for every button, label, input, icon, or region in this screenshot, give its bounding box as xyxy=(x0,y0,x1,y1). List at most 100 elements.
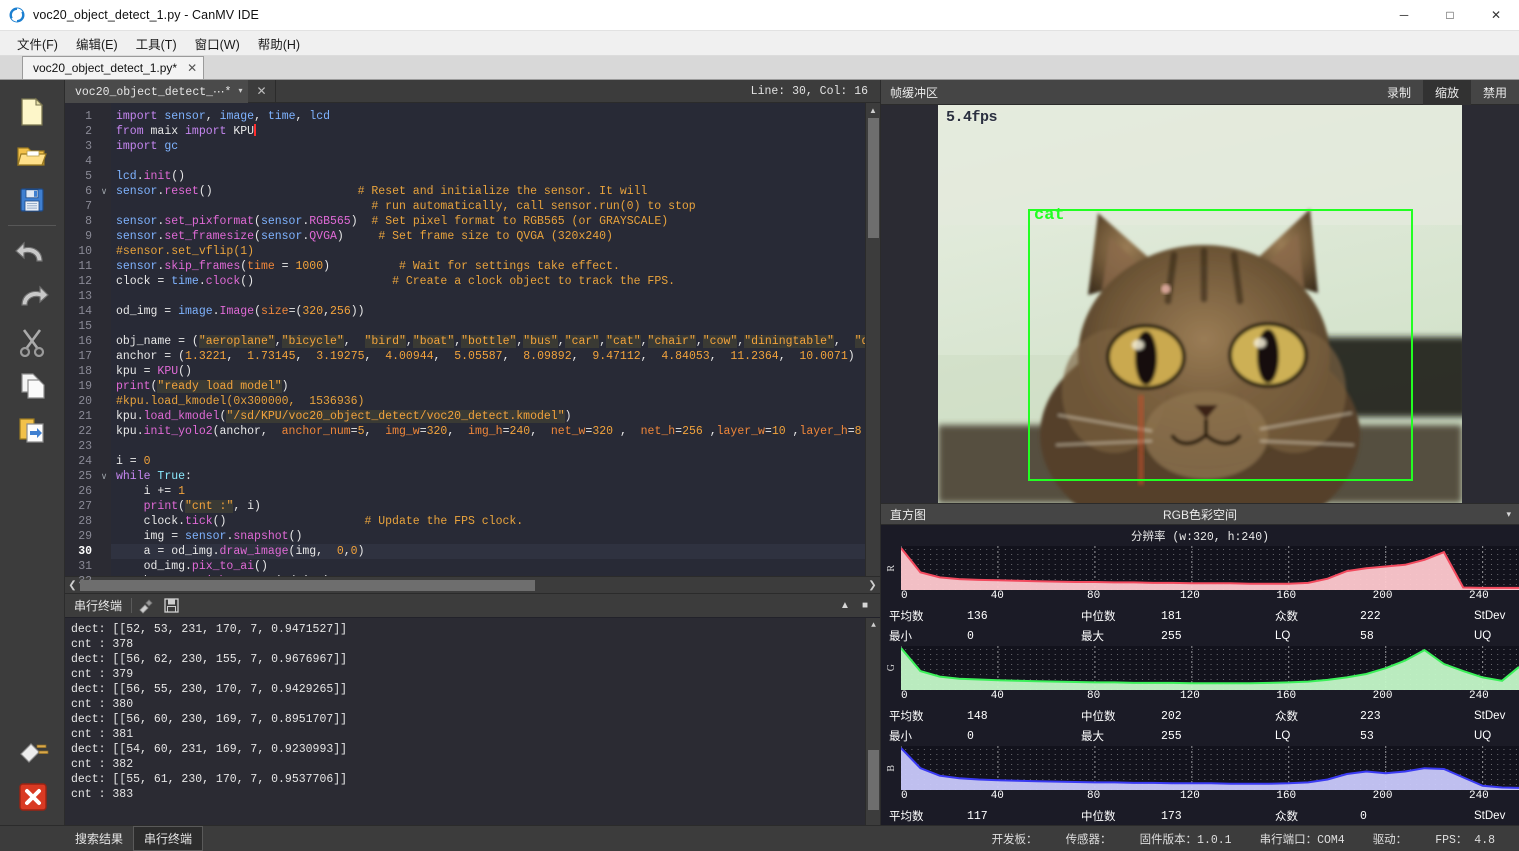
zoom-button[interactable]: 缩放 xyxy=(1422,79,1471,105)
terminal-line: cnt : 381 xyxy=(71,728,134,741)
code-line[interactable]: i = 0 xyxy=(111,454,865,469)
code-line[interactable]: a = od_img.draw_image(img, 0,0) xyxy=(111,544,865,559)
cut-icon[interactable] xyxy=(10,320,54,364)
redo-icon[interactable] xyxy=(10,276,54,320)
code-line[interactable] xyxy=(111,439,865,454)
maximize-button[interactable]: □ xyxy=(1427,0,1473,31)
panel-menu-icon[interactable]: ■ xyxy=(856,600,874,611)
paste-icon[interactable] xyxy=(10,408,54,452)
code-token: ) xyxy=(847,350,855,363)
chevron-down-icon[interactable]: ▾ xyxy=(1506,509,1519,520)
code-line[interactable]: from maix import KPU xyxy=(111,124,865,139)
terminal-output[interactable]: ▲ dect: [[52, 53, 231, 170, 7, 0.9471527… xyxy=(65,617,880,825)
code-token: init_yolo2 xyxy=(143,425,213,438)
code-line[interactable] xyxy=(111,289,865,304)
code-line[interactable]: kpu.run_with_output(od_img) xyxy=(111,574,865,576)
code-line[interactable]: od_img.pix_to_ai() xyxy=(111,559,865,574)
clear-terminal-icon[interactable] xyxy=(132,595,158,617)
code-line[interactable]: anchor = (1.3221, 1.73145, 3.19275, 4.00… xyxy=(111,349,865,364)
code-line[interactable]: import gc xyxy=(111,139,865,154)
fold-toggle-icon[interactable]: ∨ xyxy=(97,184,111,199)
axis-tick-label: 40 xyxy=(990,690,1004,702)
code-line[interactable]: od_img = image.Image(size=(320,256)) xyxy=(111,304,865,319)
close-icon[interactable]: ✕ xyxy=(187,61,197,75)
fold-column[interactable]: ∨ ∨ xyxy=(97,103,111,576)
scroll-up-icon[interactable]: ▲ xyxy=(866,103,881,118)
code-line[interactable] xyxy=(111,154,865,169)
code-line[interactable]: sensor.reset() # Reset and initialize th… xyxy=(111,184,865,199)
code-editor[interactable]: 1 2 3 4 5 6 7 8 9 10 11 12 13 14 15 16 17 18 19 20 21 22 23 24 2… xyxy=(65,103,880,588)
code-line[interactable]: import sensor, image, time, lcd xyxy=(111,109,865,124)
code-line[interactable] xyxy=(111,319,865,334)
code-line[interactable]: obj_name = ("aeroplane","bicycle", "bird… xyxy=(111,334,865,349)
code-line[interactable]: clock = time.clock() # Create a clock ob… xyxy=(111,274,865,289)
undo-icon[interactable] xyxy=(10,232,54,276)
code-line[interactable]: kpu = KPU() xyxy=(111,364,865,379)
line-number: 24 xyxy=(78,455,92,468)
editor-horizontal-scrollbar[interactable]: ❮ ❯ xyxy=(65,576,880,593)
code-line[interactable]: kpu.init_yolo2(anchor, anchor_num=5, img… xyxy=(111,424,865,439)
minimize-button[interactable]: ─ xyxy=(1381,0,1427,31)
code-line[interactable]: sensor.set_framesize(sensor.QVGA) # Set … xyxy=(111,229,865,244)
collapse-icon[interactable]: ▲ xyxy=(834,600,856,611)
tab-search-results[interactable]: 搜索结果 xyxy=(65,827,133,850)
menu-tools[interactable]: 工具(T) xyxy=(127,31,186,56)
save-terminal-icon[interactable] xyxy=(158,595,184,617)
camera-preview-image[interactable]: 5.4fps cat xyxy=(938,105,1462,503)
terminal-scrollbar-thumb[interactable] xyxy=(868,750,879,810)
stop-script-icon[interactable] xyxy=(11,775,55,819)
detection-bounding-box xyxy=(1028,209,1413,481)
connect-plug-icon[interactable] xyxy=(11,731,55,775)
terminal-scroll-up-icon[interactable]: ▲ xyxy=(866,618,880,633)
code-line[interactable]: # run automatically, call sensor.run(0) … xyxy=(111,199,865,214)
code-token: snapshot xyxy=(233,530,289,543)
open-folder-icon[interactable] xyxy=(10,134,54,178)
code-line[interactable]: clock.tick() # Update the FPS clock. xyxy=(111,514,865,529)
code-line[interactable]: kpu.load_kmodel("/sd/KPU/voc20_object_de… xyxy=(111,409,865,424)
channel-plot-row: R xyxy=(881,546,1519,590)
editor-tab-voc20[interactable]: voc20_object_detect_⋯* ▾ xyxy=(65,79,249,103)
code-token: "diningtable" xyxy=(744,335,834,348)
disable-button[interactable]: 禁用 xyxy=(1471,80,1519,105)
code-line[interactable]: while True: xyxy=(111,469,865,484)
code-line[interactable]: sensor.skip_frames(time = 1000) # Wait f… xyxy=(111,259,865,274)
hscroll-track[interactable] xyxy=(80,579,865,592)
record-button[interactable]: 录制 xyxy=(1375,80,1423,105)
code-line[interactable]: print("ready load model") xyxy=(111,379,865,394)
code-text-area[interactable]: import sensor, image, time, lcd from maix… xyxy=(111,103,865,576)
code-line[interactable]: print("cnt :", i) xyxy=(111,499,865,514)
copy-icon[interactable] xyxy=(10,364,54,408)
hscrollbar-thumb[interactable] xyxy=(80,579,535,591)
code-token: "bus" xyxy=(523,335,558,348)
code-line[interactable]: img = sensor.snapshot() xyxy=(111,529,865,544)
file-tab-voc20[interactable]: voc20_object_detect_1.py* ✕ xyxy=(22,56,205,79)
code-line[interactable]: sensor.set_pixformat(sensor.RGB565) # Se… xyxy=(111,214,865,229)
code-line[interactable]: #kpu.load_kmodel(0x300000, 1536936) xyxy=(111,394,865,409)
menu-edit[interactable]: 编辑(E) xyxy=(67,31,127,56)
scrollbar-thumb[interactable] xyxy=(868,118,879,238)
code-line[interactable]: lcd.init() xyxy=(111,169,865,184)
save-icon[interactable] xyxy=(10,178,54,222)
fold-toggle-icon[interactable]: ∨ xyxy=(97,469,111,484)
code-line[interactable]: #sensor.set_vflip(1) xyxy=(111,244,865,259)
chevron-down-icon[interactable]: ▾ xyxy=(238,86,242,96)
editor-vertical-scrollbar[interactable]: ▲ xyxy=(865,103,880,576)
axis-tick-label: 160 xyxy=(1276,590,1297,602)
scroll-right-icon[interactable]: ❯ xyxy=(865,580,880,591)
close-button[interactable]: ✕ xyxy=(1473,0,1519,31)
tab-serial-terminal[interactable]: 串行终端 xyxy=(133,826,204,851)
code-line[interactable]: i += 1 xyxy=(111,484,865,499)
new-file-icon[interactable] xyxy=(10,90,54,134)
terminal-scrollbar[interactable]: ▲ xyxy=(865,618,880,825)
code-token: 1.73145 xyxy=(247,350,296,363)
editor-tab-close-icon[interactable]: ✕ xyxy=(248,79,276,103)
code-token: ) xyxy=(357,545,365,558)
menu-window[interactable]: 窗口(W) xyxy=(186,31,249,56)
menu-file[interactable]: 文件(F) xyxy=(8,31,67,56)
menu-help[interactable]: 帮助(H) xyxy=(249,31,309,56)
framebuffer-view[interactable]: 5.4fps cat xyxy=(881,105,1519,503)
